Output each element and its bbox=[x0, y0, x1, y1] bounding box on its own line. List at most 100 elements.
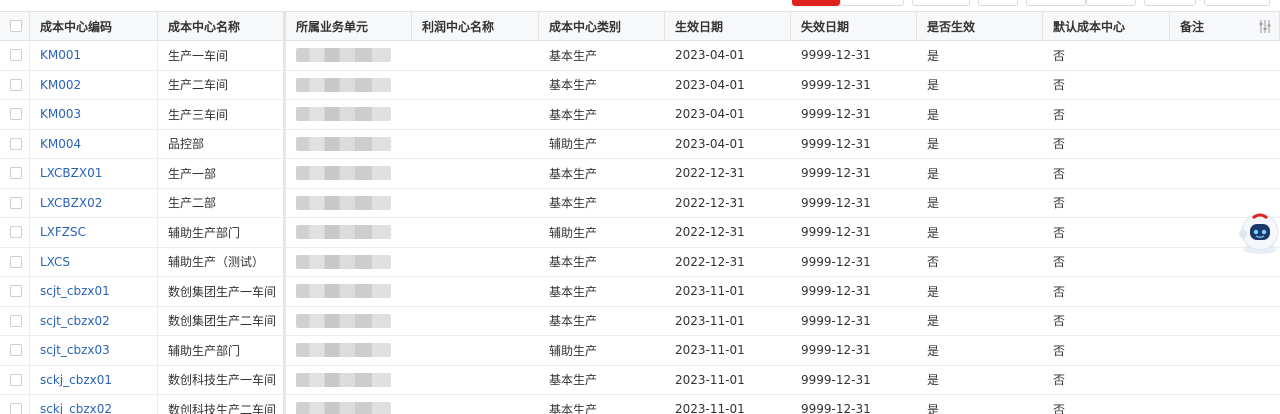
cost-center-code-link[interactable]: KM002 bbox=[40, 78, 81, 92]
toolbar-button[interactable] bbox=[912, 0, 970, 6]
toolbar-button[interactable] bbox=[978, 0, 1018, 6]
column-header-type[interactable]: 成本中心类别 bbox=[539, 12, 665, 40]
cell-text: 数创集团生产一车间 bbox=[168, 284, 277, 299]
toolbar-button[interactable] bbox=[1204, 0, 1270, 6]
table-row[interactable]: sckj_cbzx01 数创科技生产一车间 基本生产 2023-11-01 9999-1… bbox=[0, 365, 1280, 395]
table-row[interactable]: scjt_cbzx01 数创集团生产一车间 基本生产 2023-11-01 9999-1… bbox=[0, 277, 1280, 307]
redacted-business-unit bbox=[296, 254, 391, 269]
table-row[interactable]: KM002 生产二车间 基本生产 2023-04-01 9999-12-31 是 否 bbox=[0, 70, 1280, 100]
redacted-business-unit bbox=[296, 107, 391, 122]
row-checkbox[interactable] bbox=[10, 167, 22, 180]
cost-center-code-link[interactable]: scjt_cbzx01 bbox=[40, 284, 110, 298]
cell-type: 基本生产 bbox=[539, 189, 665, 218]
row-checkbox[interactable] bbox=[10, 344, 22, 357]
cell-code[interactable]: sckj_cbzx02 bbox=[30, 395, 158, 414]
redacted-business-unit bbox=[296, 48, 391, 63]
cost-center-code-link[interactable]: LXFZSC bbox=[40, 225, 86, 239]
cell-code[interactable]: KM004 bbox=[30, 129, 158, 158]
table-row[interactable]: LXCS 辅助生产（测试） 基本生产 2022-12-31 9999-12-31 否 否 bbox=[0, 247, 1280, 277]
cell-code[interactable]: KM002 bbox=[30, 70, 158, 99]
cost-center-code-link[interactable]: scjt_cbzx03 bbox=[40, 343, 110, 357]
column-settings-icon[interactable] bbox=[1258, 20, 1272, 33]
select-all-checkbox[interactable] bbox=[10, 20, 22, 32]
cell-text: 是 bbox=[927, 78, 940, 93]
cell-name: 辅助生产部门 bbox=[158, 218, 286, 247]
cost-center-code-link[interactable]: scjt_cbzx02 bbox=[40, 314, 110, 328]
cell-bu bbox=[286, 218, 412, 247]
table-row[interactable]: scjt_cbzx03 辅助生产部门 辅助生产 2023-11-01 9999-12-3… bbox=[0, 336, 1280, 366]
row-checkbox[interactable] bbox=[10, 285, 22, 298]
cell-start: 2023-04-01 bbox=[665, 41, 791, 70]
toolbar-button[interactable] bbox=[1026, 0, 1086, 6]
cell-active: 是 bbox=[917, 159, 1043, 188]
cell-code[interactable]: LXCBZX02 bbox=[30, 188, 158, 217]
cost-center-code-link[interactable]: sckj_cbzx01 bbox=[40, 373, 112, 387]
table-row[interactable]: scjt_cbzx02 数创集团生产二车间 基本生产 2023-11-01 9999-1… bbox=[0, 306, 1280, 336]
column-header-start[interactable]: 生效日期 bbox=[665, 12, 791, 40]
cell-name: 品控部 bbox=[158, 129, 286, 158]
cell-code[interactable]: KM003 bbox=[30, 100, 158, 129]
cell-start: 2022-12-31 bbox=[665, 218, 791, 247]
row-checkbox[interactable] bbox=[10, 49, 22, 62]
cost-center-code-link[interactable]: KM003 bbox=[40, 107, 81, 121]
row-checkbox[interactable] bbox=[10, 226, 22, 239]
assistant-robot-icon[interactable] bbox=[1233, 210, 1280, 256]
row-checkbox[interactable] bbox=[10, 314, 22, 327]
cell-code[interactable]: KM001 bbox=[30, 41, 158, 70]
column-header-bu[interactable]: 所属业务单元 bbox=[286, 12, 412, 40]
row-checkbox[interactable] bbox=[10, 196, 22, 209]
column-header-profit[interactable]: 利润中心名称 bbox=[412, 12, 539, 40]
cell-remark bbox=[1170, 159, 1280, 188]
cell-code[interactable]: LXCS bbox=[30, 247, 158, 276]
table-row[interactable]: LXCBZX02 生产二部 基本生产 2022-12-31 9999-12-31 是 否 bbox=[0, 188, 1280, 218]
table-row[interactable]: KM001 生产一车间 基本生产 2023-04-01 9999-12-31 是 否 bbox=[0, 41, 1280, 71]
column-header-active[interactable]: 是否生效 bbox=[917, 12, 1043, 40]
row-checkbox[interactable] bbox=[10, 255, 22, 268]
row-checkbox[interactable] bbox=[10, 403, 22, 414]
primary-action-button[interactable] bbox=[792, 0, 840, 6]
cell-text: 否 bbox=[1053, 48, 1066, 63]
table-row[interactable]: KM003 生产三车间 基本生产 2023-04-01 9999-12-31 是 否 bbox=[0, 100, 1280, 130]
column-header-code[interactable]: 成本中心编码 bbox=[30, 12, 158, 40]
cost-center-code-link[interactable]: KM004 bbox=[40, 137, 81, 151]
cell-text: 生产一车间 bbox=[168, 48, 229, 63]
column-header-default[interactable]: 默认成本中心 bbox=[1043, 12, 1170, 40]
cell-code[interactable]: scjt_cbzx01 bbox=[30, 277, 158, 306]
cell-name: 辅助生产（测试） bbox=[158, 247, 286, 276]
redacted-business-unit bbox=[296, 225, 391, 240]
cell-end: 9999-12-31 bbox=[791, 100, 917, 129]
cost-center-code-link[interactable]: LXCS bbox=[40, 255, 70, 269]
table-row[interactable]: sckj_cbzx02 数创科技生产二车间 基本生产 2023-11-01 9999-1… bbox=[0, 395, 1280, 414]
cell-default: 否 bbox=[1043, 307, 1170, 336]
row-checkbox[interactable] bbox=[10, 137, 22, 150]
column-header-end[interactable]: 失效日期 bbox=[791, 12, 917, 40]
toolbar-button[interactable] bbox=[1144, 0, 1196, 6]
cost-center-code-link[interactable]: LXCBZX01 bbox=[40, 166, 102, 180]
toolbar-button[interactable] bbox=[1086, 0, 1136, 6]
toolbar-button[interactable] bbox=[840, 0, 904, 6]
table-row[interactable]: LXFZSC 辅助生产部门 辅助生产 2022-12-31 9999-12-31 是 否 bbox=[0, 218, 1280, 248]
cell-text: 9999-12-31 bbox=[801, 48, 871, 63]
row-checkbox[interactable] bbox=[10, 108, 22, 121]
cell-text: 9999-12-31 bbox=[801, 372, 871, 387]
column-header-name[interactable]: 成本中心名称 bbox=[158, 12, 286, 40]
cost-center-code-link[interactable]: KM001 bbox=[40, 48, 81, 62]
cost-center-table: 成本中心编码 成本中心名称 所属业务单元 利润中心名称 成本中心类别 生效日期 失效日期 是否… bbox=[0, 11, 1280, 414]
cost-center-code-link[interactable]: LXCBZX02 bbox=[40, 196, 102, 210]
table-row[interactable]: LXCBZX01 生产一部 基本生产 2022-12-31 9999-12-31 是 否 bbox=[0, 159, 1280, 189]
cell-default: 否 bbox=[1043, 395, 1170, 414]
cell-code[interactable]: scjt_cbzx03 bbox=[30, 336, 158, 365]
row-checkbox[interactable] bbox=[10, 78, 22, 91]
table-row[interactable]: KM004 品控部 辅助生产 2023-04-01 9999-12-31 是 否 bbox=[0, 129, 1280, 159]
cell-code[interactable]: scjt_cbzx02 bbox=[30, 306, 158, 335]
cost-center-code-link[interactable]: sckj_cbzx02 bbox=[40, 402, 112, 414]
cell-default: 否 bbox=[1043, 336, 1170, 365]
cell-text: 9999-12-31 bbox=[801, 107, 871, 122]
cell-default: 否 bbox=[1043, 366, 1170, 395]
cell-end: 9999-12-31 bbox=[791, 159, 917, 188]
column-header-label: 利润中心名称 bbox=[422, 19, 495, 34]
row-checkbox[interactable] bbox=[10, 373, 22, 386]
cell-code[interactable]: sckj_cbzx01 bbox=[30, 365, 158, 394]
cell-code[interactable]: LXCBZX01 bbox=[30, 159, 158, 188]
cell-code[interactable]: LXFZSC bbox=[30, 218, 158, 247]
